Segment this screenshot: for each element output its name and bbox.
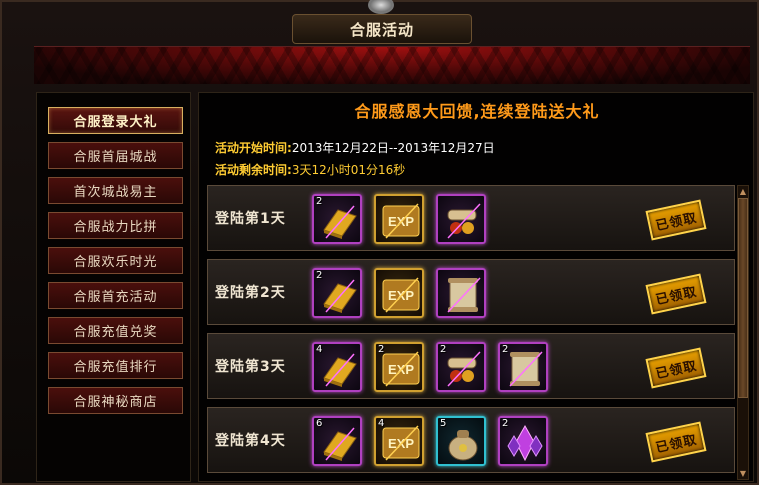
sidebar-item-recharge-ranking[interactable]: 合服充值排行 — [48, 352, 183, 379]
treasure-bag-icon[interactable]: 5 — [436, 416, 486, 466]
scroll-thumb[interactable] — [738, 198, 748, 398]
item-count: 2 — [316, 196, 323, 207]
claimed-stamp: 已领取 — [645, 199, 707, 241]
activity-window: 合服活动 合服登录大礼 合服首届城战 首次城战易主 合服战力比拼 合服欢乐时光 … — [0, 0, 759, 485]
scroll-icon[interactable] — [436, 268, 486, 318]
item-count: 2 — [502, 344, 509, 355]
sidebar-item-power-contest[interactable]: 合服战力比拼 — [48, 212, 183, 239]
gold-bar-icon[interactable]: 6 — [312, 416, 362, 466]
item-count: 2 — [502, 418, 509, 429]
banner-pattern — [34, 47, 750, 84]
claimed-stamp: 已领取 — [645, 421, 707, 463]
item-count: 2 — [316, 270, 323, 281]
claimed-stamp: 已领取 — [645, 273, 707, 315]
gold-bar-icon[interactable]: 2 — [312, 194, 362, 244]
remaining-time-line: 活动剩余时间:3天12小时01分16秒 — [215, 161, 405, 178]
reward-list: 登陆第1天 2 EXP 已领取 登陆第2天 — [207, 185, 735, 480]
sidebar: 合服登录大礼 合服首届城战 首次城战易主 合服战力比拼 合服欢乐时光 合服首充活… — [36, 92, 191, 482]
sidebar-item-first-siege[interactable]: 合服首届城战 — [48, 142, 183, 169]
gold-bar-icon[interactable]: 2 — [312, 268, 362, 318]
start-time-label: 活动开始时间: — [215, 141, 292, 155]
scroll-down-arrow-icon[interactable]: ▼ — [738, 468, 748, 479]
day-label: 登陆第3天 — [215, 359, 286, 375]
reward-row-day-1: 登陆第1天 2 EXP 已领取 — [207, 185, 735, 251]
crystal-icon[interactable]: 2 — [498, 416, 548, 466]
window-title: 合服活动 — [292, 14, 472, 44]
gold-bar-icon[interactable]: 4 — [312, 342, 362, 392]
exp-scroll-icon[interactable]: EXP 4 — [374, 416, 424, 466]
remaining-time-value: 3天12小时01分16秒 — [291, 163, 406, 177]
reward-row-day-3: 登陆第3天 4 EXP 2 2 2 已领取 — [207, 333, 735, 399]
start-time-value: 2013年12月22日--2013年12月27日 — [291, 141, 495, 155]
item-count: 6 — [316, 418, 323, 429]
item-count: 2 — [440, 344, 447, 355]
claimed-stamp: 已领取 — [645, 347, 707, 389]
title-gem-icon — [368, 0, 394, 14]
item-count: 4 — [378, 418, 385, 429]
day-label: 登陆第1天 — [215, 211, 286, 227]
remaining-time-label: 活动剩余时间: — [215, 163, 292, 177]
reward-row-day-2: 登陆第2天 2 EXP 已领取 — [207, 259, 735, 325]
sidebar-item-recharge-redeem[interactable]: 合服充值兑奖 — [48, 317, 183, 344]
exp-scroll-icon[interactable]: EXP — [374, 268, 424, 318]
sidebar-item-login-gift[interactable]: 合服登录大礼 — [48, 107, 183, 134]
scroll-icon[interactable]: 2 — [498, 342, 548, 392]
reward-row-day-4: 登陆第4天 6 EXP 4 5 2 已领取 — [207, 407, 735, 473]
item-count: 4 — [316, 344, 323, 355]
sidebar-item-happy-hour[interactable]: 合服欢乐时光 — [48, 247, 183, 274]
sidebar-item-mystery-shop[interactable]: 合服神秘商店 — [48, 387, 183, 414]
page-title: 合服感恩大回馈,连续登陆送大礼 — [354, 102, 600, 121]
item-count: 5 — [440, 418, 447, 429]
bundle-icon[interactable]: 2 — [436, 342, 486, 392]
header-banner — [34, 46, 750, 84]
item-count: 2 — [378, 344, 385, 355]
reward-list-scrollbar[interactable]: ▲ ▼ — [737, 185, 749, 480]
scroll-up-arrow-icon[interactable]: ▲ — [738, 186, 748, 197]
sidebar-item-siege-takeover[interactable]: 首次城战易主 — [48, 177, 183, 204]
start-time-line: 活动开始时间:2013年12月22日--2013年12月27日 — [215, 139, 495, 156]
main-panel: 合服感恩大回馈,连续登陆送大礼 活动开始时间:2013年12月22日--2013… — [198, 92, 754, 482]
sidebar-item-first-recharge[interactable]: 合服首充活动 — [48, 282, 183, 309]
day-label: 登陆第2天 — [215, 285, 286, 301]
exp-scroll-icon[interactable]: EXP — [374, 194, 424, 244]
bundle-icon[interactable] — [436, 194, 486, 244]
day-label: 登陆第4天 — [215, 433, 286, 449]
exp-scroll-icon[interactable]: EXP 2 — [374, 342, 424, 392]
